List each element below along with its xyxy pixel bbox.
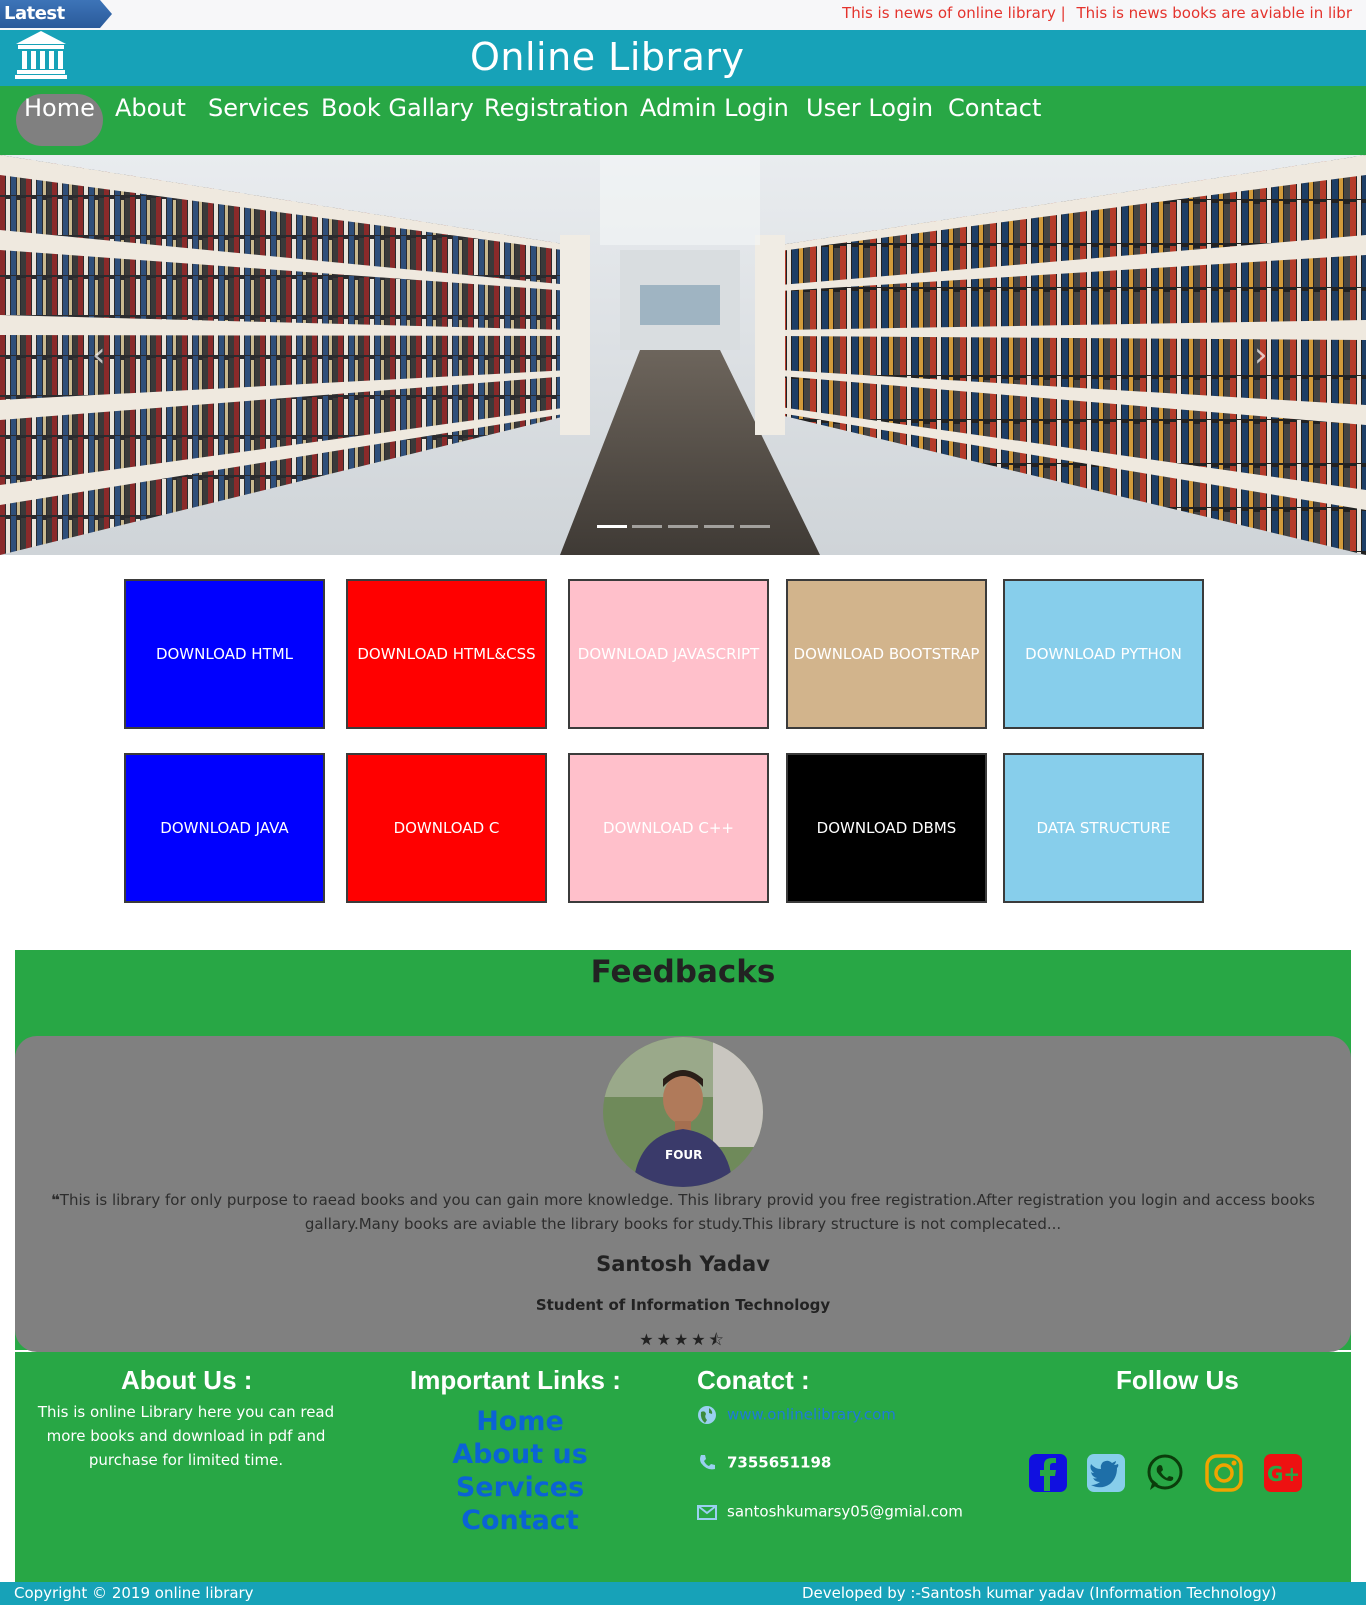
follow-heading: Follow Us: [1116, 1365, 1239, 1395]
download-tile[interactable]: DOWNLOAD JAVA: [124, 753, 325, 903]
star-icon: ★: [656, 1330, 674, 1349]
svg-text:G+: G+: [1267, 1462, 1300, 1486]
envelope-icon: [697, 1505, 717, 1520]
main-nav: Home About Services Book Gallary Registr…: [0, 86, 1366, 155]
site-header: Online Library: [0, 30, 1366, 86]
feedback-title: Feedbacks: [590, 954, 776, 990]
footer-link-home[interactable]: Home: [430, 1406, 610, 1437]
library-building-icon[interactable]: [14, 30, 68, 80]
carousel-indicator[interactable]: [740, 525, 770, 528]
about-text: This is online Library here you can read…: [37, 1403, 335, 1469]
twitter-icon[interactable]: [1086, 1453, 1126, 1493]
hero-carousel[interactable]: ‹ ›: [0, 155, 1366, 555]
quote-icon: ❝: [50, 1191, 60, 1209]
nav-home[interactable]: Home: [16, 94, 103, 146]
links-heading: Important Links :: [410, 1365, 621, 1395]
carousel-indicator[interactable]: [668, 525, 698, 528]
facebook-icon[interactable]: [1028, 1453, 1068, 1493]
copyright-text: Copyright © 2019 online library: [14, 1584, 254, 1602]
download-tile[interactable]: DOWNLOAD BOOTSTRAP: [786, 579, 987, 729]
footer-link-services[interactable]: Services: [430, 1472, 610, 1503]
instagram-icon[interactable]: [1204, 1453, 1244, 1493]
half-star-icon: ⯪: [708, 1330, 727, 1349]
contact-heading: Conatct :: [697, 1365, 810, 1395]
library-shelves-image: [0, 155, 1366, 555]
news-marquee: This is news of online library | This is…: [836, 4, 1352, 22]
download-tile[interactable]: DATA STRUCTURE: [1003, 753, 1204, 903]
star-icon: ★: [673, 1330, 692, 1349]
news-item: This is news books are aviable in libr: [1076, 4, 1352, 22]
feedback-quote: ❝This is library for only purpose to rae…: [16, 1188, 1350, 1236]
contact-phone-text: 7355651198: [727, 1453, 832, 1472]
nav-book-gallery[interactable]: Book Gallary: [321, 94, 474, 146]
news-item: This is news of online library |: [842, 4, 1066, 22]
whatsapp-icon[interactable]: [1145, 1453, 1185, 1493]
star-icon: ★: [691, 1330, 709, 1349]
contact-website-text[interactable]: www.onlinelibrary.com: [727, 1406, 896, 1424]
nav-about[interactable]: About: [115, 94, 186, 146]
nav-services[interactable]: Services: [208, 94, 309, 146]
developer-credit: Developed by :-Santosh kumar yadav (Info…: [802, 1584, 1277, 1602]
news-ticker: Latest News This is news of online libra…: [0, 0, 1366, 30]
carousel-indicator[interactable]: [597, 525, 627, 528]
download-tile[interactable]: DOWNLOAD C: [346, 753, 547, 903]
carousel-indicator[interactable]: [704, 525, 734, 528]
star-icon: ★: [639, 1330, 657, 1349]
download-tile[interactable]: DOWNLOAD PYTHON: [1003, 579, 1204, 729]
about-heading: About Us :: [121, 1365, 253, 1395]
contact-email-text[interactable]: santoshkumarsy05@gmial.com: [727, 1503, 963, 1521]
globe-icon: [698, 1406, 716, 1424]
footer-link-contact[interactable]: Contact: [430, 1505, 610, 1536]
download-tile[interactable]: DOWNLOAD JAVASCRIPT: [568, 579, 769, 729]
contact-website[interactable]: www.onlinelibrary.com: [697, 1405, 896, 1425]
nav-user-login[interactable]: User Login: [806, 94, 933, 146]
contact-phone: 7355651198: [697, 1453, 831, 1473]
svg-text:FOUR: FOUR: [665, 1148, 702, 1162]
google-plus-icon[interactable]: G+: [1263, 1453, 1303, 1493]
footer-link-about[interactable]: About us: [430, 1439, 610, 1470]
carousel-prev-icon[interactable]: ‹: [92, 335, 106, 375]
nav-admin-login[interactable]: Admin Login: [640, 94, 789, 146]
contact-email[interactable]: santoshkumarsy05@gmial.com: [697, 1502, 963, 1522]
carousel-indicator[interactable]: [632, 525, 662, 528]
phone-icon: [700, 1455, 715, 1470]
download-tile[interactable]: DOWNLOAD HTML: [124, 579, 325, 729]
nav-contact[interactable]: Contact: [948, 94, 1041, 146]
feedback-quote-text: This is library for only purpose to raea…: [59, 1191, 1315, 1233]
feedback-author-role: Student of Information Technology: [535, 1296, 831, 1314]
nav-registration[interactable]: Registration: [484, 94, 629, 146]
latest-news-badge: Latest News: [0, 0, 112, 28]
bottom-bar: Copyright © 2019 online library Develope…: [0, 1582, 1366, 1605]
avatar: FOUR: [603, 1037, 763, 1187]
download-tile[interactable]: DOWNLOAD DBMS: [786, 753, 987, 903]
download-tile[interactable]: DOWNLOAD C++: [568, 753, 769, 903]
site-title: Online Library: [470, 35, 745, 79]
download-tile[interactable]: DOWNLOAD HTML&CSS: [346, 579, 547, 729]
carousel-next-icon[interactable]: ›: [1254, 335, 1268, 375]
feedback-author-name: Santosh Yadav: [596, 1252, 770, 1276]
